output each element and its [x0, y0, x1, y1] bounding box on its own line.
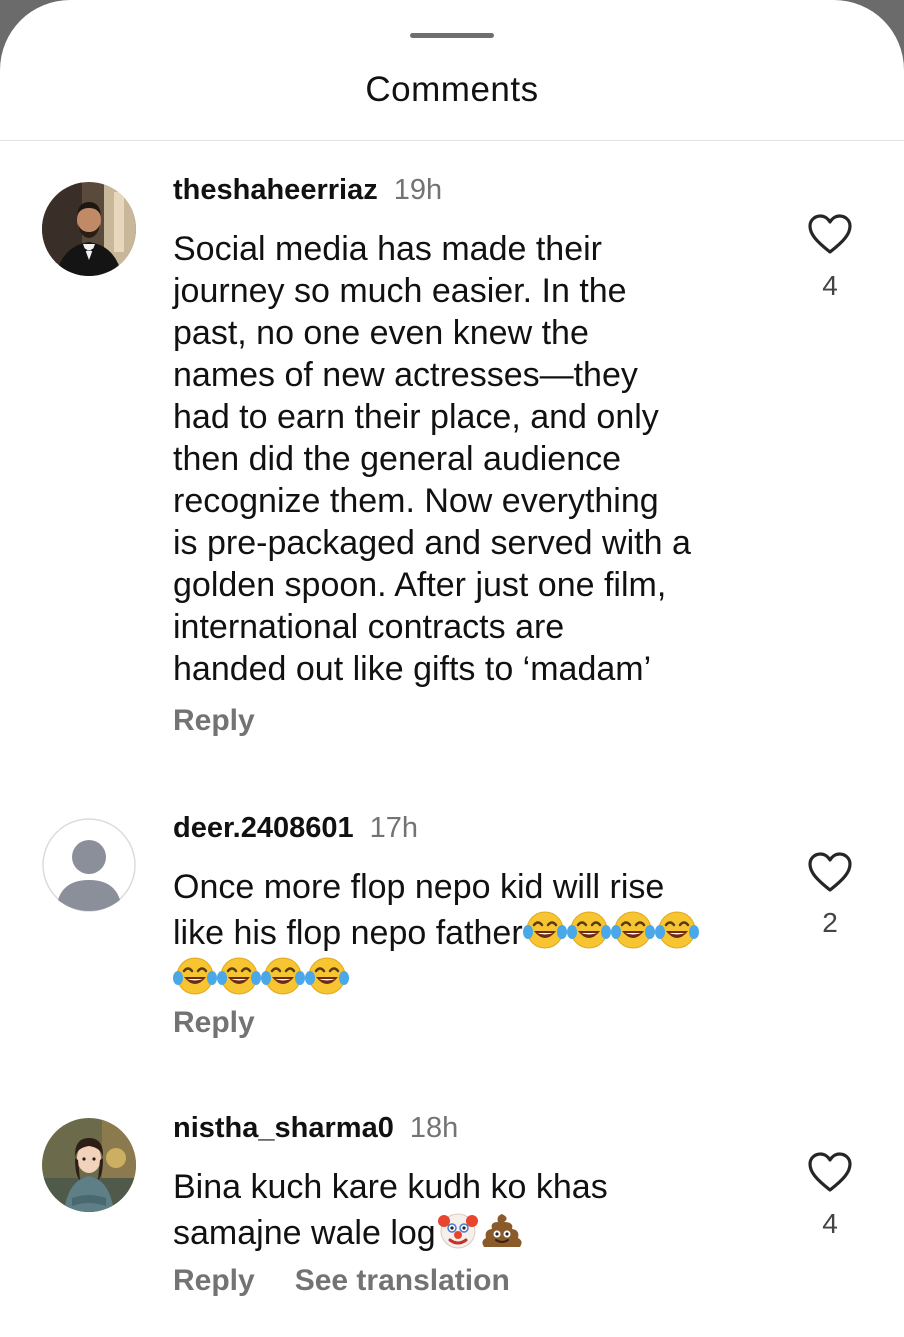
clown-face-icon: [436, 1208, 480, 1252]
comments-sheet: Comments theshaheerriaz 19h Social media …: [0, 0, 904, 1337]
see-translation-button[interactable]: See translation: [295, 1264, 510, 1297]
comment-text: Bina kuch kare kudh ko khas samajne wale…: [173, 1166, 793, 1254]
comment-username[interactable]: nistha_sharma0: [173, 1112, 394, 1144]
like-heart-icon[interactable]: [806, 212, 854, 256]
reply-button[interactable]: Reply: [173, 1264, 255, 1297]
comment-meta: deer.2408601 17h: [173, 812, 418, 845]
avatar[interactable]: [42, 818, 136, 912]
laughing-emoji-icon: [173, 954, 217, 998]
emoji-group: [523, 908, 699, 952]
comment-actions: Reply: [173, 704, 255, 738]
comment-text: Once more flop nepo kid will rise like h…: [173, 866, 793, 1000]
like-count: 4: [822, 270, 838, 301]
laughing-emoji-icon: [217, 954, 261, 998]
avatar[interactable]: [42, 182, 136, 276]
comment-meta: nistha_sharma0 18h: [173, 1112, 458, 1145]
laughing-emoji-icon: [655, 908, 699, 952]
comment-username[interactable]: theshaheerriaz: [173, 174, 378, 206]
comment-text-segment: like his flop nepo father: [173, 914, 523, 952]
comment-actions: Reply: [173, 1006, 255, 1040]
avatar[interactable]: [42, 1118, 136, 1212]
comment-time: 18h: [409, 1112, 459, 1144]
laughing-emoji-icon: [305, 954, 349, 998]
emoji-group: [436, 1208, 524, 1252]
comment-text-line: like his flop nepo father: [173, 908, 793, 954]
comment-text: Social media has made their journey so m…: [173, 230, 691, 688]
comment-actions: Reply See translation: [173, 1264, 510, 1298]
laughing-emoji-icon: [261, 954, 305, 998]
laughing-emoji-icon: [567, 908, 611, 952]
pile-of-poo-icon: [480, 1208, 524, 1252]
like-count: 4: [822, 1208, 838, 1239]
laughing-emoji-icon: [611, 908, 655, 952]
like-heart-icon[interactable]: [806, 1150, 854, 1194]
comment-meta: theshaheerriaz 19h: [173, 174, 442, 207]
comment-time: 19h: [393, 174, 443, 206]
comment-text-line: Once more flop nepo kid will rise: [173, 868, 665, 906]
sheet-title: Comments: [365, 70, 539, 109]
drag-handle[interactable]: [410, 33, 494, 38]
header-divider: [0, 140, 904, 141]
like-heart-icon[interactable]: [806, 850, 854, 894]
comment-text-line: [173, 954, 793, 1000]
like-count: 2: [822, 907, 838, 938]
comment-username[interactable]: deer.2408601: [173, 812, 354, 844]
comment-text-line: Bina kuch kare kudh ko khas: [173, 1168, 608, 1206]
emoji-group: [173, 954, 349, 998]
reply-button[interactable]: Reply: [173, 1006, 255, 1039]
reply-button[interactable]: Reply: [173, 704, 255, 737]
laughing-emoji-icon: [523, 908, 567, 952]
comment-text-segment: samajne wale log: [173, 1214, 436, 1252]
comment-time: 17h: [369, 812, 419, 844]
comment-text-line: samajne wale log: [173, 1208, 793, 1254]
